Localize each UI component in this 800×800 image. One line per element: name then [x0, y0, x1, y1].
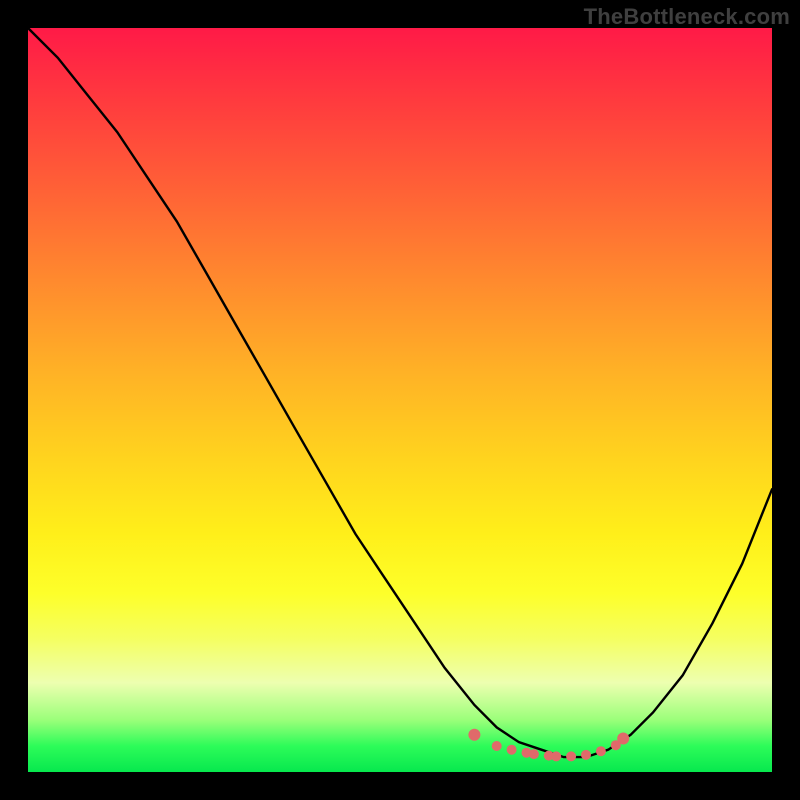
dot	[507, 745, 517, 755]
dot	[529, 749, 539, 759]
dot	[581, 750, 591, 760]
watermark-text: TheBottleneck.com	[584, 4, 790, 30]
dot	[551, 751, 561, 761]
dot	[617, 733, 629, 745]
plot-area	[28, 28, 772, 772]
chart-frame: TheBottleneck.com	[0, 0, 800, 800]
dot	[468, 729, 480, 741]
bottom-dot-cluster	[468, 729, 629, 762]
curve-svg	[28, 28, 772, 772]
dot	[566, 751, 576, 761]
bottleneck-curve	[28, 28, 772, 757]
dot	[596, 746, 606, 756]
dot	[492, 741, 502, 751]
